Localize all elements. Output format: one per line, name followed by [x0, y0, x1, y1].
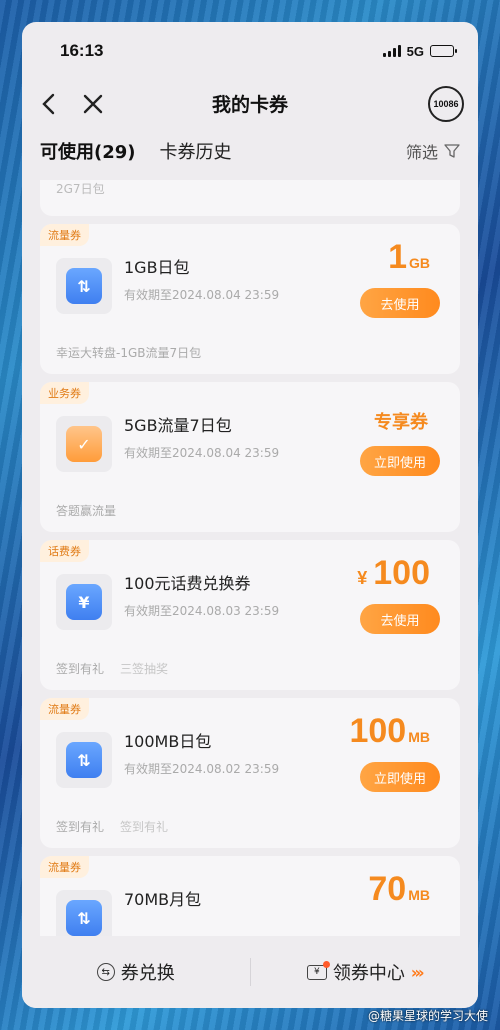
exchange-icon: ⇆ — [96, 963, 115, 981]
amount-unit: MB — [408, 729, 430, 745]
coupon-source: 签到有礼 签到有礼 — [56, 818, 168, 835]
coupon-title: 5GB流量7日包 — [124, 416, 232, 435]
coupon-amount: ¥ 100 — [357, 554, 430, 593]
signal-icon — [382, 45, 401, 57]
coupon-title: 100MB日包 — [124, 732, 212, 751]
coupon-card[interactable]: 流量券 ⇅ 100MB日包 有效期至2024.08.02 23:59 100 M… — [40, 698, 460, 848]
source-text: 签到有礼 — [56, 662, 105, 676]
filter-label: 筛选 — [405, 143, 438, 162]
partial-card-text: 2G7日包 — [56, 182, 105, 196]
amount-currency: ¥ — [357, 568, 368, 588]
coupon-exchange-button[interactable]: ⇆ 券兑换 — [22, 959, 250, 985]
funnel-icon — [444, 144, 460, 158]
coupon-type-badge: 流量券 — [40, 224, 89, 246]
coupon-expiry: 有效期至2024.08.02 23:59 — [124, 762, 280, 776]
amount-unit: GB — [409, 255, 430, 271]
yuan-icon: ¥ — [66, 584, 102, 620]
amount-value: 100 — [373, 554, 430, 592]
exchange-label: 券兑换 — [120, 963, 175, 984]
source-text-secondary: 三签抽奖 — [120, 662, 169, 676]
customer-service-button[interactable]: 10086 — [428, 86, 464, 122]
coupon-title: 100元话费兑换券 — [124, 574, 251, 593]
coupon-card[interactable]: 业务券 ✓ 5GB流量7日包 有效期至2024.08.04 23:59 专享券 … — [40, 382, 460, 532]
arrows-updown-icon: ⇅ — [66, 900, 102, 936]
amount-value: 1 — [388, 238, 407, 276]
coupon-expiry: 有效期至2024.08.04 23:59 — [124, 446, 280, 460]
coupon-card[interactable]: 流量券 ⇅ 70MB月包 70 MB — [40, 856, 460, 936]
coupon-icon-box: ⇅ — [56, 732, 112, 788]
close-button[interactable] — [78, 89, 108, 119]
watermark: @糖果星球的学习大使 — [367, 1009, 488, 1023]
chevrons-right-icon: ››› — [410, 962, 425, 982]
coupon-icon-box: ⇅ — [56, 890, 112, 936]
coupon-type-badge: 话费券 — [40, 540, 89, 562]
filter-button[interactable]: 筛选 — [406, 139, 460, 163]
back-button[interactable] — [34, 89, 64, 119]
coupon-expiry: 有效期至2024.08.03 23:59 — [124, 604, 280, 618]
coupon-amount: 专享券 — [374, 412, 428, 432]
coupon-list[interactable]: 2G7日包 流量券 ⇅ 1GB日包 有效期至2024.08.04 23:59 1… — [22, 180, 478, 936]
tab-available[interactable]: 可使用(29) — [40, 138, 136, 164]
coupon-source: 答题赢流量 — [56, 502, 116, 519]
amount-value: 70 — [368, 870, 407, 908]
coupon-source: 签到有礼 三签抽奖 — [56, 660, 168, 677]
status-time: 16:13 — [60, 41, 104, 60]
center-label: 领券中心 — [332, 963, 405, 984]
amount-unit: MB — [408, 887, 430, 903]
coupon-card[interactable]: 话费券 ¥ 100元话费兑换券 有效期至2024.08.03 23:59 ¥ 1… — [40, 540, 460, 690]
source-text: 答题赢流量 — [56, 504, 117, 518]
coupon-amount: 100 MB — [349, 712, 430, 751]
amount-value: 100 — [349, 712, 407, 750]
bottom-bar: ⇆ 券兑换 ¥ 领券中心 ››› — [22, 936, 478, 1008]
status-indicators: 5G — [382, 43, 457, 59]
arrows-updown-icon: ⇅ — [66, 268, 102, 304]
use-button[interactable]: 去使用 — [360, 604, 440, 634]
shopping-bag-icon: ✓ — [66, 426, 102, 462]
coupon-type-badge: 流量券 — [40, 856, 89, 878]
battery-icon — [430, 45, 457, 57]
coupon-expiry: 有效期至2024.08.04 23:59 — [124, 288, 280, 302]
source-text: 幸运大转盘-1GB流量7日包 — [56, 346, 202, 360]
phone-screen: 16:13 5G 我的卡券 10086 可使用(29) 卡券历史 筛选 2G7日… — [22, 22, 478, 1008]
use-now-button[interactable]: 立即使用 — [360, 762, 440, 792]
ticket-icon: ¥ — [306, 960, 330, 980]
nav-bar: 我的卡券 10086 — [22, 80, 478, 126]
coupon-icon-box: ✓ — [56, 416, 112, 472]
coupon-type-badge: 业务券 — [40, 382, 89, 404]
arrows-updown-icon: ⇅ — [66, 742, 102, 778]
coupon-amount: 70 MB — [368, 870, 430, 909]
source-text-secondary: 签到有礼 — [120, 820, 169, 834]
use-button[interactable]: 去使用 — [360, 288, 440, 318]
coupon-icon-box: ¥ — [56, 574, 112, 630]
status-bar: 16:13 5G — [22, 22, 478, 80]
chevron-left-icon — [42, 93, 55, 115]
close-icon — [83, 94, 103, 114]
coupon-title: 70MB月包 — [124, 890, 202, 909]
coupon-card[interactable]: 流量券 ⇅ 1GB日包 有效期至2024.08.04 23:59 1 GB 去使… — [40, 224, 460, 374]
use-now-button[interactable]: 立即使用 — [360, 446, 440, 476]
coupon-icon-box: ⇅ — [56, 258, 112, 314]
coupon-card-partial[interactable]: 2G7日包 — [40, 180, 460, 216]
tab-bar: 可使用(29) 卡券历史 筛选 — [22, 126, 478, 176]
network-type: 5G — [406, 43, 424, 59]
coupon-center-button[interactable]: ¥ 领券中心 ››› — [251, 959, 479, 985]
source-text: 签到有礼 — [56, 820, 105, 834]
coupon-title: 1GB日包 — [124, 258, 190, 277]
tab-history[interactable]: 卡券历史 — [160, 138, 232, 164]
coupon-amount: 1 GB — [388, 238, 430, 277]
coupon-type-badge: 流量券 — [40, 698, 89, 720]
coupon-source: 幸运大转盘-1GB流量7日包 — [56, 344, 201, 361]
